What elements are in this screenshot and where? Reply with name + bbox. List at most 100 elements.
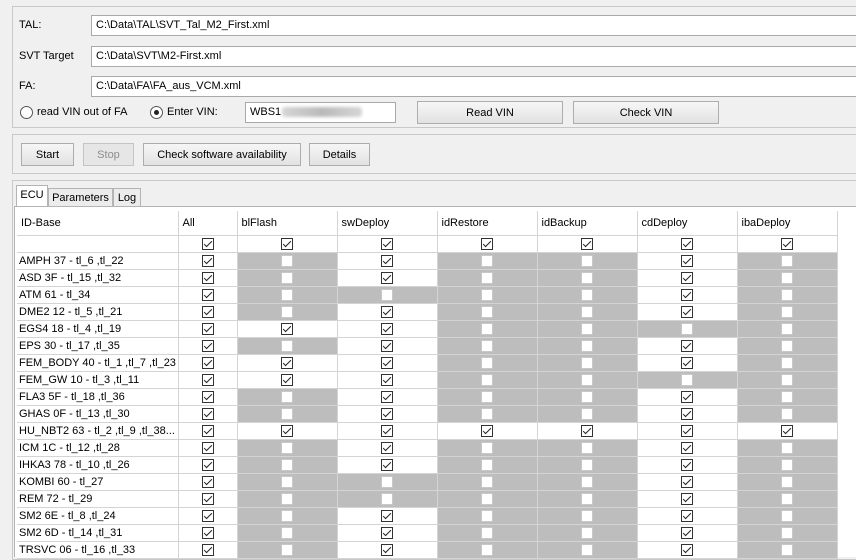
swdeploy-checkbox[interactable] bbox=[381, 527, 393, 539]
all-checkbox[interactable] bbox=[201, 493, 214, 505]
all-checkbox[interactable] bbox=[201, 391, 214, 403]
select-all-all-checkbox[interactable] bbox=[201, 238, 214, 250]
all-checkbox[interactable] bbox=[201, 459, 214, 471]
all-checkbox[interactable] bbox=[201, 408, 214, 420]
cddeploy-checkbox[interactable] bbox=[681, 442, 693, 454]
all-checkbox[interactable] bbox=[201, 255, 214, 267]
swdeploy-checkbox[interactable] bbox=[381, 510, 393, 522]
column-header-swdeploy[interactable]: swDeploy bbox=[337, 211, 438, 236]
swdeploy-checkbox[interactable] bbox=[381, 340, 393, 352]
select-all-swdeploy-checkbox[interactable] bbox=[381, 238, 393, 250]
swdeploy-checkbox[interactable] bbox=[381, 442, 393, 454]
cddeploy-checkbox[interactable] bbox=[681, 544, 693, 556]
check-vin-button[interactable]: Check VIN bbox=[573, 101, 719, 124]
details-button[interactable]: Details bbox=[309, 143, 370, 166]
table-cell bbox=[537, 541, 638, 559]
cddeploy-checkbox[interactable] bbox=[681, 425, 693, 437]
table-cell bbox=[437, 286, 538, 304]
all-checkbox[interactable] bbox=[201, 527, 214, 539]
cddeploy-checkbox[interactable] bbox=[681, 527, 693, 539]
cddeploy-checkbox[interactable] bbox=[681, 476, 693, 488]
select-all-cell bbox=[637, 235, 738, 253]
swdeploy-checkbox[interactable] bbox=[381, 357, 393, 369]
table-cell bbox=[337, 507, 438, 525]
all-checkbox[interactable] bbox=[201, 340, 214, 352]
table-cell bbox=[237, 405, 338, 423]
select-all-idrestore-checkbox[interactable] bbox=[481, 238, 493, 250]
column-header-all[interactable]: All bbox=[178, 211, 238, 236]
all-checkbox[interactable] bbox=[201, 272, 214, 284]
cddeploy-checkbox[interactable] bbox=[681, 459, 693, 471]
swdeploy-checkbox[interactable] bbox=[381, 306, 393, 318]
cddeploy-checkbox[interactable] bbox=[681, 272, 693, 284]
column-header-idbackup[interactable]: idBackup bbox=[537, 211, 638, 236]
swdeploy-checkbox[interactable] bbox=[381, 272, 393, 284]
ibadeploy-checkbox bbox=[781, 493, 793, 505]
select-all-cddeploy-checkbox[interactable] bbox=[681, 238, 693, 250]
tab-parameters[interactable]: Parameters bbox=[48, 188, 113, 208]
vin-input[interactable]: WBS1 bbox=[245, 102, 396, 123]
start-button[interactable]: Start bbox=[21, 143, 74, 166]
all-checkbox[interactable] bbox=[201, 323, 214, 335]
all-checkbox[interactable] bbox=[201, 289, 214, 301]
cddeploy-checkbox[interactable] bbox=[681, 340, 693, 352]
select-all-cell bbox=[437, 235, 538, 253]
cddeploy-checkbox[interactable] bbox=[681, 255, 693, 267]
all-checkbox[interactable] bbox=[201, 306, 214, 318]
read-vin-from-fa-radio[interactable] bbox=[20, 106, 33, 119]
cddeploy-checkbox[interactable] bbox=[681, 306, 693, 318]
swdeploy-checkbox[interactable] bbox=[381, 323, 393, 335]
read-vin-button[interactable]: Read VIN bbox=[417, 101, 563, 124]
blflash-checkbox[interactable] bbox=[281, 323, 293, 335]
blflash-checkbox[interactable] bbox=[281, 374, 293, 386]
idrestore-checkbox bbox=[481, 255, 493, 267]
table-cell bbox=[337, 388, 438, 406]
column-header-cddeploy[interactable]: cdDeploy bbox=[637, 211, 738, 236]
all-checkbox[interactable] bbox=[201, 544, 214, 556]
swdeploy-checkbox[interactable] bbox=[381, 459, 393, 471]
swdeploy-checkbox[interactable] bbox=[381, 408, 393, 420]
tab-ecu[interactable]: ECU bbox=[16, 185, 48, 207]
all-checkbox[interactable] bbox=[201, 476, 214, 488]
table-cell bbox=[637, 456, 738, 474]
column-header-ibadeploy[interactable]: ibaDeploy bbox=[737, 211, 838, 236]
idbackup-checkbox[interactable] bbox=[581, 425, 593, 437]
cddeploy-checkbox[interactable] bbox=[681, 493, 693, 505]
table-cell bbox=[437, 456, 538, 474]
idrestore-checkbox[interactable] bbox=[481, 425, 493, 437]
swdeploy-checkbox[interactable] bbox=[381, 255, 393, 267]
tal-path-field[interactable]: C:\Data\TAL\SVT_Tal_M2_First.xml bbox=[91, 15, 856, 36]
all-checkbox[interactable] bbox=[201, 425, 214, 437]
swdeploy-checkbox[interactable] bbox=[381, 374, 393, 386]
all-checkbox[interactable] bbox=[201, 442, 214, 454]
select-all-idbackup-checkbox[interactable] bbox=[581, 238, 593, 250]
tab-log[interactable]: Log bbox=[113, 188, 141, 208]
all-checkbox[interactable] bbox=[201, 510, 214, 522]
fa-path-field[interactable]: C:\Data\FA\FA_aus_VCM.xml bbox=[91, 76, 856, 97]
all-checkbox[interactable] bbox=[201, 374, 214, 386]
stop-button[interactable]: Stop bbox=[83, 143, 134, 166]
select-all-blflash-checkbox[interactable] bbox=[281, 238, 293, 250]
select-all-ibadeploy-checkbox[interactable] bbox=[781, 238, 793, 250]
enter-vin-radio[interactable] bbox=[150, 106, 163, 119]
column-header-id-base[interactable]: ID-Base bbox=[17, 211, 179, 236]
blflash-checkbox[interactable] bbox=[281, 357, 293, 369]
table-cell bbox=[437, 507, 538, 525]
cddeploy-checkbox[interactable] bbox=[681, 408, 693, 420]
cddeploy-checkbox[interactable] bbox=[681, 391, 693, 403]
cddeploy-checkbox[interactable] bbox=[681, 289, 693, 301]
idrestore-checkbox bbox=[481, 442, 493, 454]
read-vin-from-fa-label: read VIN out of FA bbox=[37, 106, 128, 118]
check-software-availability-button[interactable]: Check software availability bbox=[143, 143, 301, 166]
swdeploy-checkbox[interactable] bbox=[381, 425, 393, 437]
swdeploy-checkbox[interactable] bbox=[381, 391, 393, 403]
column-header-blflash[interactable]: blFlash bbox=[237, 211, 338, 236]
ibadeploy-checkbox[interactable] bbox=[781, 425, 793, 437]
cddeploy-checkbox[interactable] bbox=[681, 357, 693, 369]
all-checkbox[interactable] bbox=[201, 357, 214, 369]
column-header-idrestore[interactable]: idRestore bbox=[437, 211, 538, 236]
blflash-checkbox[interactable] bbox=[281, 425, 293, 437]
svt-target-path-field[interactable]: C:\Data\SVT\M2-First.xml bbox=[91, 46, 856, 67]
cddeploy-checkbox[interactable] bbox=[681, 510, 693, 522]
swdeploy-checkbox[interactable] bbox=[381, 544, 393, 556]
